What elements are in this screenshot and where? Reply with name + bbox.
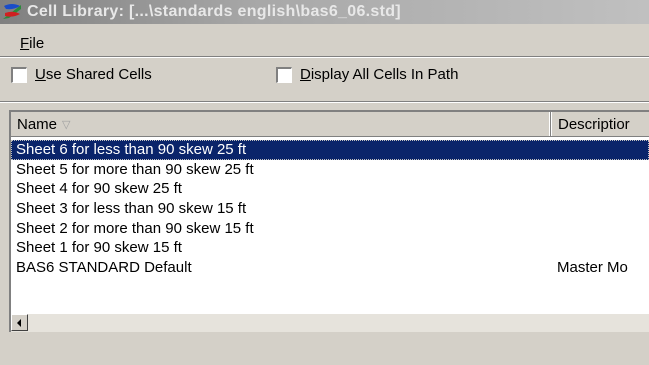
list-header: Name ▽ Descriptior <box>11 112 649 137</box>
cell-name: Sheet 4 for 90 skew 25 ft <box>16 180 182 198</box>
options-row: Use Shared Cells Display All Cells In Pa… <box>0 62 649 90</box>
use-shared-cells-label: Use Shared Cells <box>35 66 152 83</box>
horizontal-scrollbar[interactable] <box>11 314 649 332</box>
microstation-icon <box>1 1 23 23</box>
list-row[interactable]: Sheet 4 for 90 skew 25 ft <box>11 179 649 199</box>
cell-name: Sheet 1 for 90 skew 15 ft <box>16 239 182 257</box>
display-all-cells-checkbox[interactable]: Display All Cells In Path <box>276 66 458 83</box>
cell-name: BAS6 STANDARD Default <box>16 259 192 277</box>
cell-name: Sheet 2 for more than 90 skew 15 ft <box>16 219 254 237</box>
arrow-left-icon <box>17 319 21 327</box>
display-all-cells-box[interactable] <box>276 66 292 83</box>
list-row[interactable]: Sheet 2 for more than 90 skew 15 ft <box>11 219 649 239</box>
list-row[interactable]: Sheet 1 for 90 skew 15 ft <box>11 238 649 258</box>
display-all-cells-label: Display All Cells In Path <box>300 66 459 83</box>
cell-name: Sheet 5 for more than 90 skew 25 ft <box>16 160 254 178</box>
sort-desc-icon: ▽ <box>62 118 71 131</box>
list-row[interactable]: Sheet 3 for less than 90 skew 15 ft <box>11 199 649 219</box>
column-header-description[interactable]: Descriptior <box>551 112 649 136</box>
cell-description: Master Mo <box>557 259 628 277</box>
menu-file-label: ile <box>29 35 45 52</box>
menu-file[interactable]: File <box>20 35 44 52</box>
window-title: Cell Library: [...\standards english\bas… <box>27 3 401 20</box>
column-header-description-label: Descriptior <box>558 115 630 133</box>
cell-list[interactable]: Name ▽ Descriptior Sheet 6 for less than… <box>9 110 649 332</box>
list-row[interactable]: BAS6 STANDARD Default Master Mo <box>11 258 649 278</box>
scroll-left-button[interactable] <box>11 314 28 331</box>
cell-name: Sheet 6 for less than 90 skew 25 ft <box>16 141 247 158</box>
use-shared-cells-box[interactable] <box>11 66 27 83</box>
column-header-name[interactable]: Name ▽ <box>11 112 551 136</box>
menu-file-accelerator: F <box>20 35 30 52</box>
list-rows: Sheet 6 for less than 90 skew 25 ft Shee… <box>11 140 649 278</box>
title-bar[interactable]: Cell Library: [...\standards english\bas… <box>0 0 649 24</box>
list-row[interactable]: Sheet 5 for more than 90 skew 25 ft <box>11 160 649 180</box>
column-header-name-label: Name <box>17 115 58 133</box>
cell-name: Sheet 3 for less than 90 skew 15 ft <box>16 200 247 218</box>
list-row[interactable]: Sheet 6 for less than 90 skew 25 ft <box>11 140 649 160</box>
menu-bar: File <box>0 30 649 57</box>
divider <box>0 101 649 103</box>
use-shared-cells-checkbox[interactable]: Use Shared Cells <box>11 66 152 83</box>
